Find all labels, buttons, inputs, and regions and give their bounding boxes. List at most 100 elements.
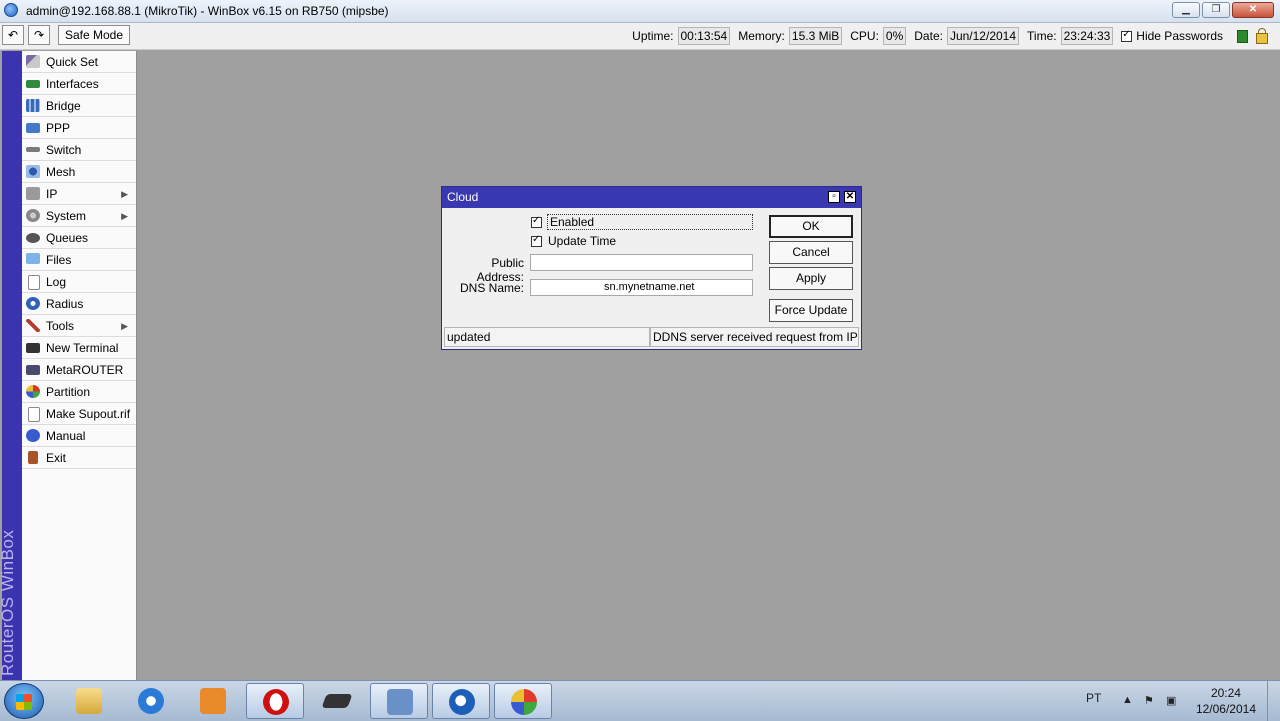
sidebar-item-exit[interactable]: Exit	[22, 447, 136, 469]
window-controls: ▁ ❐ ✕	[1172, 2, 1274, 18]
sidebar-item-bridge[interactable]: Bridge	[22, 95, 136, 117]
taskbar-winbox-loader[interactable]	[370, 683, 428, 719]
taskbar-device[interactable]	[308, 683, 366, 719]
ok-button[interactable]: OK	[769, 215, 853, 238]
dns-name-input[interactable]: sn.mynetname.net	[530, 279, 753, 296]
switch-icon	[26, 147, 40, 152]
media-player-icon	[200, 688, 226, 714]
partition-icon	[26, 385, 40, 398]
sidebar-item-partition[interactable]: Partition	[22, 381, 136, 403]
mesh-icon	[26, 165, 40, 178]
folder-icon	[76, 688, 102, 714]
ip-icon	[26, 187, 40, 200]
lock-icon	[1256, 27, 1268, 44]
status-readouts: Uptime: 00:13:54 Memory: 15.3 MiB CPU: 0…	[632, 27, 1268, 45]
update-time-checkbox[interactable]	[531, 234, 542, 247]
maximize-icon[interactable]: ▫	[828, 191, 840, 203]
close-window-button[interactable]: ✕	[1232, 2, 1274, 18]
memory-value: 15.3 MiB	[788, 27, 843, 45]
newterminal-icon	[26, 343, 40, 353]
show-desktop-button[interactable]	[1267, 681, 1280, 721]
taskbar-paint[interactable]	[494, 683, 552, 719]
network-icon[interactable]: ▣	[1166, 694, 1176, 707]
sidebar-item-ppp[interactable]: PPP	[22, 117, 136, 139]
update-time-label: Update Time	[548, 234, 617, 248]
start-button[interactable]	[4, 683, 44, 719]
winbox-icon	[4, 3, 18, 17]
sidebar-item-label: System	[46, 209, 87, 223]
opera-icon	[263, 689, 289, 715]
taskbar-ie[interactable]	[122, 683, 180, 719]
sidebar-item-system[interactable]: System ▶	[22, 205, 136, 227]
sidebar-item-label: Queues	[46, 231, 89, 245]
restore-button[interactable]: ❐	[1202, 2, 1230, 18]
dialog-title: Cloud	[447, 190, 479, 204]
sidebar-item-radius[interactable]: Radius	[22, 293, 136, 315]
sidebar-item-label: Partition	[46, 385, 91, 399]
taskbar-explorer[interactable]	[60, 683, 118, 719]
clock-date: 12/06/2014	[1195, 702, 1256, 716]
router-device-icon	[321, 694, 353, 708]
apply-button[interactable]: Apply	[769, 267, 853, 290]
sidebar-item-label: Make Supout.rif	[46, 407, 131, 421]
sidebar-item-label: IP	[46, 187, 58, 201]
enabled-checkbox[interactable]	[531, 215, 542, 228]
ppp-icon	[26, 123, 40, 133]
uptime-value: 00:13:54	[677, 27, 731, 45]
title-bar: admin@192.168.88.1 (MikroTik) - WinBox v…	[0, 0, 1280, 23]
sidebar-item-metarouter[interactable]: MetaROUTER	[22, 359, 136, 381]
cpu-value: 0%	[882, 27, 907, 45]
connection-status-icon	[1237, 29, 1248, 43]
sidebar-item-log[interactable]: Log	[22, 271, 136, 293]
radius-icon	[26, 297, 40, 310]
quickset-icon	[26, 55, 40, 68]
force-update-button[interactable]: Force Update	[769, 299, 853, 322]
window-title: admin@192.168.88.1 (MikroTik) - WinBox v…	[26, 4, 389, 18]
sidebar-item-mesh[interactable]: Mesh	[22, 161, 136, 183]
action-center-flag-icon[interactable]: ⚑	[1144, 694, 1154, 707]
minimize-button[interactable]: ▁	[1172, 2, 1200, 18]
cpu-label: CPU:	[850, 29, 879, 43]
sidebar-item-make-supout-rif[interactable]: Make Supout.rif	[22, 403, 136, 425]
sidebar-item-files[interactable]: Files	[22, 249, 136, 271]
sidebar-item-ip[interactable]: IP ▶	[22, 183, 136, 205]
sidebar-item-queues[interactable]: Queues	[22, 227, 136, 249]
hide-passwords-label: Hide Passwords	[1136, 29, 1223, 43]
redo-button[interactable]: ↷	[28, 25, 50, 45]
taskbar-opera[interactable]	[246, 683, 304, 719]
sidebar-item-label: Log	[46, 275, 67, 289]
time-value: 23:24:33	[1060, 27, 1114, 45]
public-address-input[interactable]	[530, 254, 753, 271]
clock[interactable]: 20:24 12/06/2014	[1196, 685, 1256, 717]
undo-button[interactable]: ↶	[2, 25, 24, 45]
paint-icon	[511, 689, 537, 715]
sidebar-item-tools[interactable]: Tools ▶	[22, 315, 136, 337]
uptime-label: Uptime:	[632, 29, 674, 43]
tray-expand-icon[interactable]: ▲	[1122, 694, 1133, 706]
brand-label: RouterOS WinBox	[0, 529, 17, 676]
sidebar-item-label: Manual	[46, 429, 86, 443]
dns-name-label: DNS Name:	[459, 281, 524, 295]
queues-icon	[26, 233, 40, 243]
close-icon[interactable]: ✕	[844, 191, 856, 203]
interfaces-icon	[26, 80, 40, 88]
sidebar-item-manual[interactable]: Manual	[22, 425, 136, 447]
toolbar: ↶ ↷ Safe Mode Uptime: 00:13:54 Memory: 1…	[0, 23, 1280, 50]
cancel-button[interactable]: Cancel	[769, 241, 853, 264]
status-left: updated	[444, 327, 650, 347]
sidebar-item-label: Exit	[46, 451, 67, 465]
sidebar-item-interfaces[interactable]: Interfaces	[22, 73, 136, 95]
sidebar-item-quick-set[interactable]: Quick Set	[22, 51, 136, 73]
hide-passwords-checkbox[interactable]	[1121, 29, 1133, 42]
winbox-loader-icon	[387, 689, 413, 715]
taskbar-media[interactable]	[184, 683, 242, 719]
sidebar-menu: Quick Set Interfaces Bridge PPP Switch Mesh IP…	[22, 51, 137, 680]
public-address-label: Public Address:	[476, 256, 524, 284]
sidebar-item-switch[interactable]: Switch	[22, 139, 136, 161]
sidebar-item-label: MetaROUTER	[46, 363, 124, 377]
submenu-arrow-icon: ▶	[121, 211, 128, 221]
sidebar-item-new-terminal[interactable]: New Terminal	[22, 337, 136, 359]
taskbar-winbox[interactable]	[432, 683, 490, 719]
language-indicator[interactable]: PT	[1086, 691, 1101, 705]
safe-mode-button[interactable]: Safe Mode	[58, 25, 130, 45]
